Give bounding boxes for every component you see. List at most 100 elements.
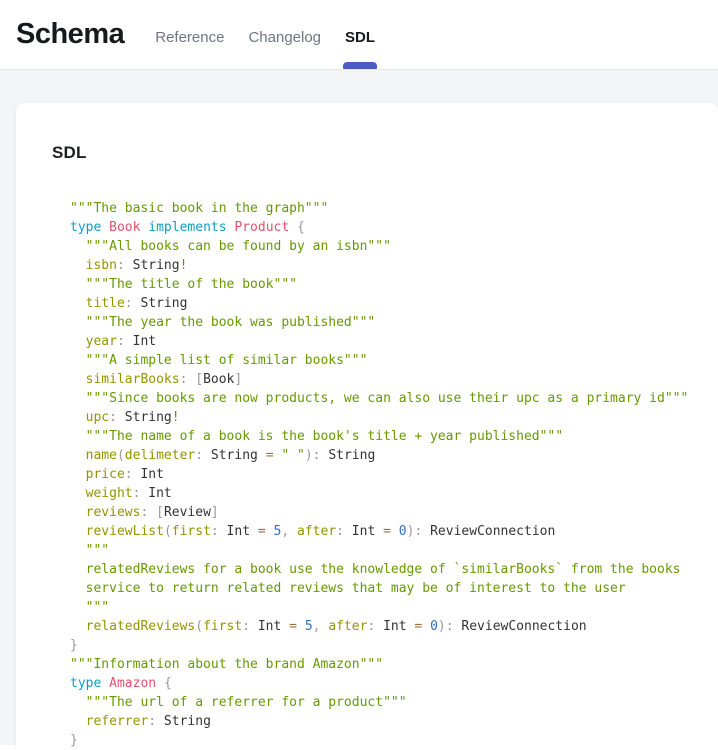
code-token: ReviewConnection — [454, 619, 587, 634]
code-token: String — [156, 714, 211, 729]
code-line: type Amazon { — [70, 674, 718, 693]
code-token: """The url of a referrer for a product""… — [86, 695, 407, 710]
code-line: """A simple list of similar books""" — [70, 351, 718, 370]
code-token — [266, 524, 274, 539]
code-token — [70, 353, 86, 368]
sdl-card: SDL """The basic book in the graph""" typ… — [16, 103, 718, 750]
code-token — [70, 315, 86, 330]
code-line: reviewList(first: Int = 5, after: Int = … — [70, 522, 718, 541]
code-token: String — [133, 296, 188, 311]
code-line: type Book implements Product { — [70, 218, 718, 237]
code-token: Int — [250, 619, 289, 634]
code-token — [70, 391, 86, 406]
code-token: Int — [140, 486, 171, 501]
code-token: """Information about the brand Amazon""" — [70, 657, 383, 672]
code-token — [70, 581, 86, 596]
code-token: name — [86, 448, 117, 463]
code-token: price — [86, 467, 125, 482]
code-token: String — [125, 258, 180, 273]
code-token — [70, 239, 86, 254]
code-token — [297, 619, 305, 634]
code-token — [422, 619, 430, 634]
code-line: similarBooks: [Book] — [70, 370, 718, 389]
code-token — [391, 524, 399, 539]
code-token — [101, 220, 109, 235]
code-token: """ — [86, 600, 109, 615]
code-token: first — [172, 524, 211, 539]
code-token: referrer — [86, 714, 149, 729]
code-line: year: Int — [70, 332, 718, 351]
tab-changelog[interactable]: Changelog — [248, 0, 321, 69]
code-token: upc — [86, 410, 109, 425]
code-token: : — [195, 448, 203, 463]
code-token: Int — [344, 524, 383, 539]
code-token: """ — [86, 543, 109, 558]
code-token: , — [281, 524, 289, 539]
code-line: } — [70, 731, 718, 750]
code-token: : — [117, 334, 125, 349]
code-line: """Information about the brand Amazon""" — [70, 655, 718, 674]
code-token: : — [336, 524, 344, 539]
code-token: """The title of the book""" — [86, 277, 297, 292]
code-token: reviews — [86, 505, 141, 520]
code-token — [70, 543, 86, 558]
code-token: : — [125, 296, 133, 311]
code-token — [70, 486, 86, 501]
code-line: relatedReviews for a book use the knowle… — [70, 560, 718, 579]
code-token: """The name of a book is the book's titl… — [86, 429, 563, 444]
code-token: """The year the book was published""" — [86, 315, 376, 330]
code-token: [ — [195, 372, 203, 387]
code-token: { — [164, 676, 172, 691]
code-token — [70, 258, 86, 273]
code-token: { — [297, 220, 305, 235]
tab-reference[interactable]: Reference — [155, 0, 224, 69]
code-line: """Since books are now products, we can … — [70, 389, 718, 408]
code-token: ReviewConnection — [422, 524, 555, 539]
code-token — [70, 429, 86, 444]
card-heading: SDL — [52, 143, 718, 163]
code-token: ): — [438, 619, 454, 634]
code-line: """The year the book was published""" — [70, 313, 718, 332]
tab-sdl[interactable]: SDL — [345, 0, 375, 69]
code-token: [ — [156, 505, 164, 520]
code-token — [70, 467, 86, 482]
code-token — [70, 448, 86, 463]
code-token: year — [86, 334, 117, 349]
page-title: Schema — [16, 18, 124, 51]
code-token — [70, 372, 86, 387]
code-line: isbn: String! — [70, 256, 718, 275]
code-token: """The basic book in the graph""" — [70, 201, 328, 216]
code-token: Book — [109, 220, 140, 235]
code-token: String — [321, 448, 376, 463]
code-token: """All books can be found by an isbn""" — [86, 239, 391, 254]
code-token — [70, 296, 86, 311]
code-token: ( — [195, 619, 203, 634]
code-token: delimeter — [125, 448, 195, 463]
code-token: = — [383, 524, 391, 539]
code-token: ( — [117, 448, 125, 463]
code-line: service to return related reviews that m… — [70, 579, 718, 598]
code-token: after — [297, 524, 336, 539]
code-token: first — [203, 619, 242, 634]
code-token: similarBooks — [86, 372, 180, 387]
code-token: Review — [164, 505, 211, 520]
code-token: : — [148, 714, 156, 729]
code-line: relatedReviews(first: Int = 5, after: In… — [70, 617, 718, 636]
code-token: ): — [305, 448, 321, 463]
code-token: = — [266, 448, 274, 463]
code-line: } — [70, 636, 718, 655]
code-token: 0 — [430, 619, 438, 634]
main-content: SDL """The basic book in the graph""" typ… — [0, 70, 718, 745]
code-token: """Since books are now products, we can … — [86, 391, 689, 406]
code-token: = — [289, 619, 297, 634]
code-token — [70, 619, 86, 634]
code-token: : — [242, 619, 250, 634]
code-token: title — [86, 296, 125, 311]
code-token: relatedReviews — [86, 619, 196, 634]
code-token: String — [203, 448, 266, 463]
code-token: } — [70, 733, 78, 748]
code-token: : — [211, 524, 219, 539]
code-token — [156, 676, 164, 691]
code-token: relatedReviews for a book use the knowle… — [86, 562, 681, 577]
code-token: Book — [203, 372, 234, 387]
